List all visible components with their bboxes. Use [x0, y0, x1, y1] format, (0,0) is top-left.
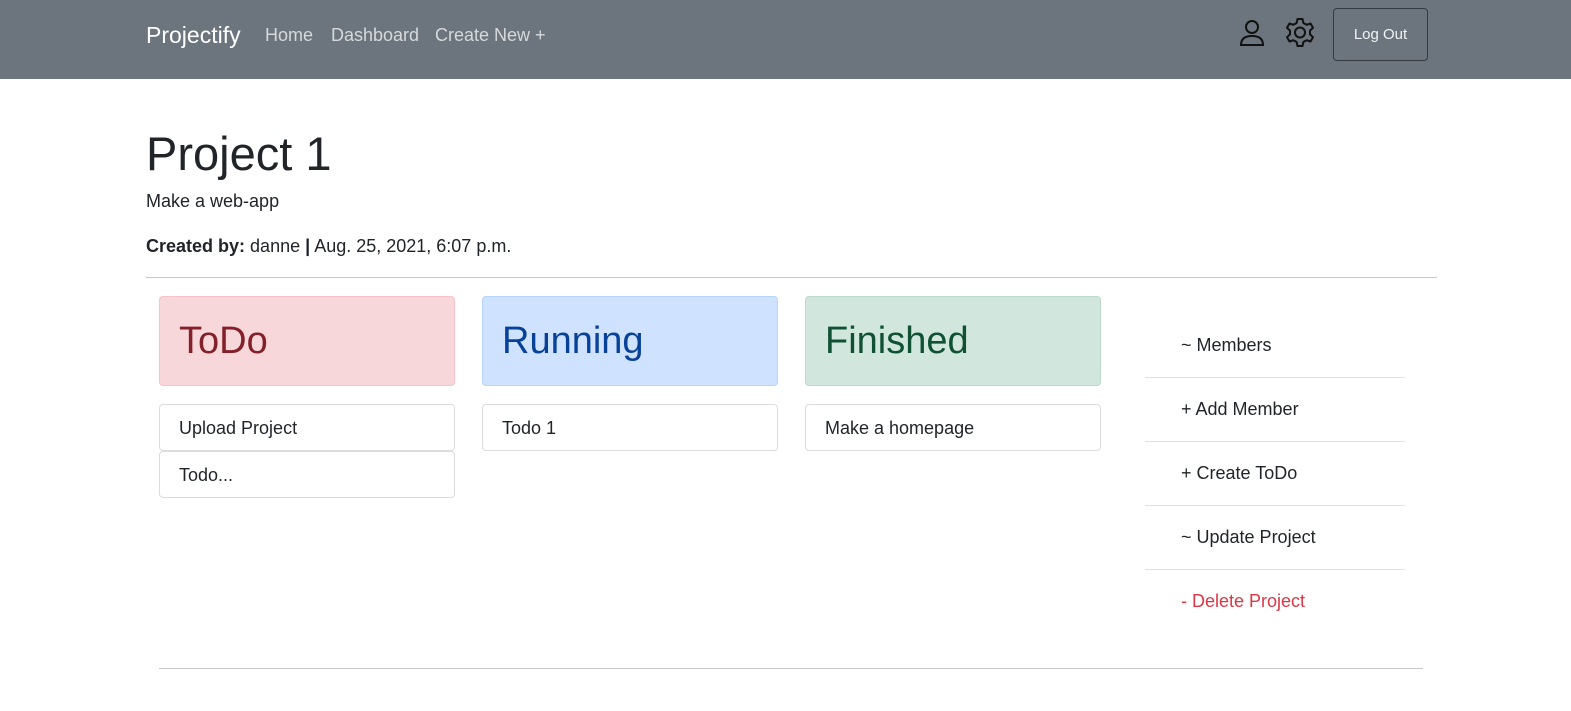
finished-card[interactable]: Make a homepage	[805, 404, 1101, 451]
nav-create-new-link[interactable]: Create New +	[435, 24, 546, 46]
nav-home-link[interactable]: Home	[265, 24, 313, 46]
members-link[interactable]: ~ Members	[1145, 314, 1405, 378]
column-header-todo: ToDo	[159, 296, 455, 386]
project-meta: Created by: danne | Aug. 25, 2021, 6:07 …	[146, 234, 511, 258]
todo-card-label: Todo...	[179, 465, 234, 485]
settings-gear-icon[interactable]	[1283, 16, 1317, 50]
add-member-link-label: + Add Member	[1181, 399, 1299, 419]
logout-button[interactable]: Log Out	[1333, 8, 1428, 61]
divider-top	[146, 277, 1437, 278]
column-title-finished: Finished	[825, 320, 969, 362]
user-profile-icon[interactable]	[1235, 16, 1269, 50]
nav-dashboard-link[interactable]: Dashboard	[331, 24, 419, 46]
update-project-link-label: ~ Update Project	[1181, 527, 1316, 547]
project-title: Project 1	[146, 127, 332, 180]
project-actions-list: ~ Members + Add Member + Create ToDo ~ U…	[1145, 314, 1405, 634]
members-link-label: ~ Members	[1181, 335, 1272, 355]
create-todo-link[interactable]: + Create ToDo	[1145, 442, 1405, 506]
column-title-todo: ToDo	[179, 320, 268, 362]
column-header-finished: Finished	[805, 296, 1101, 386]
todo-card-label: Upload Project	[179, 418, 298, 438]
update-project-link[interactable]: ~ Update Project	[1145, 506, 1405, 570]
delete-project-link[interactable]: - Delete Project	[1145, 570, 1405, 634]
meta-separator: |	[305, 236, 311, 256]
delete-project-link-label: - Delete Project	[1181, 591, 1306, 611]
column-title-running: Running	[502, 320, 644, 362]
todo-card[interactable]: Todo...	[159, 451, 455, 498]
created-by-user: danne	[250, 236, 301, 256]
create-todo-link-label: + Create ToDo	[1181, 463, 1298, 483]
running-card-label: Todo 1	[502, 418, 557, 438]
add-member-link[interactable]: + Add Member	[1145, 378, 1405, 442]
column-header-running: Running	[482, 296, 778, 386]
project-description: Make a web-app	[146, 191, 280, 211]
brand-link[interactable]: Projectify	[146, 20, 241, 50]
todo-card[interactable]: Upload Project	[159, 404, 455, 451]
top-navbar: Projectify Home Dashboard Create New + L…	[0, 0, 1571, 79]
created-at-timestamp: Aug. 25, 2021, 6:07 p.m.	[314, 236, 512, 256]
finished-card-label: Make a homepage	[825, 418, 975, 438]
running-card[interactable]: Todo 1	[482, 404, 778, 451]
created-by-label: Created by:	[146, 236, 246, 256]
divider-bottom	[159, 668, 1423, 669]
